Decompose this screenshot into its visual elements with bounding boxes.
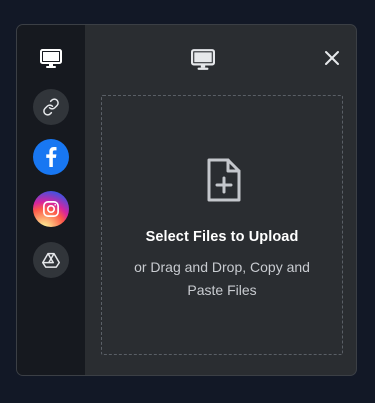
close-icon[interactable] <box>324 50 340 66</box>
link-icon <box>43 98 59 116</box>
sidebar-item-google-drive[interactable] <box>33 242 69 278</box>
sidebar-item-device[interactable] <box>33 41 69 77</box>
instagram-icon <box>43 201 59 217</box>
monitor-icon <box>40 49 62 68</box>
source-sidebar <box>17 25 85 375</box>
monitor-icon <box>191 49 215 70</box>
facebook-icon <box>46 147 57 167</box>
file-plus-icon <box>207 158 241 202</box>
sidebar-item-instagram[interactable] <box>33 191 69 227</box>
sidebar-item-link[interactable] <box>33 89 69 125</box>
upload-title: Select Files to Upload <box>145 229 299 245</box>
upload-subtitle: or Drag and Drop, Copy and Paste Files <box>134 259 310 298</box>
google-drive-icon <box>42 252 60 268</box>
sidebar-item-facebook[interactable] <box>33 139 69 175</box>
upload-dialog: Select Files to Upload or Drag and Drop,… <box>16 24 357 376</box>
file-dropzone[interactable]: Select Files to Upload or Drag and Drop,… <box>101 95 343 355</box>
